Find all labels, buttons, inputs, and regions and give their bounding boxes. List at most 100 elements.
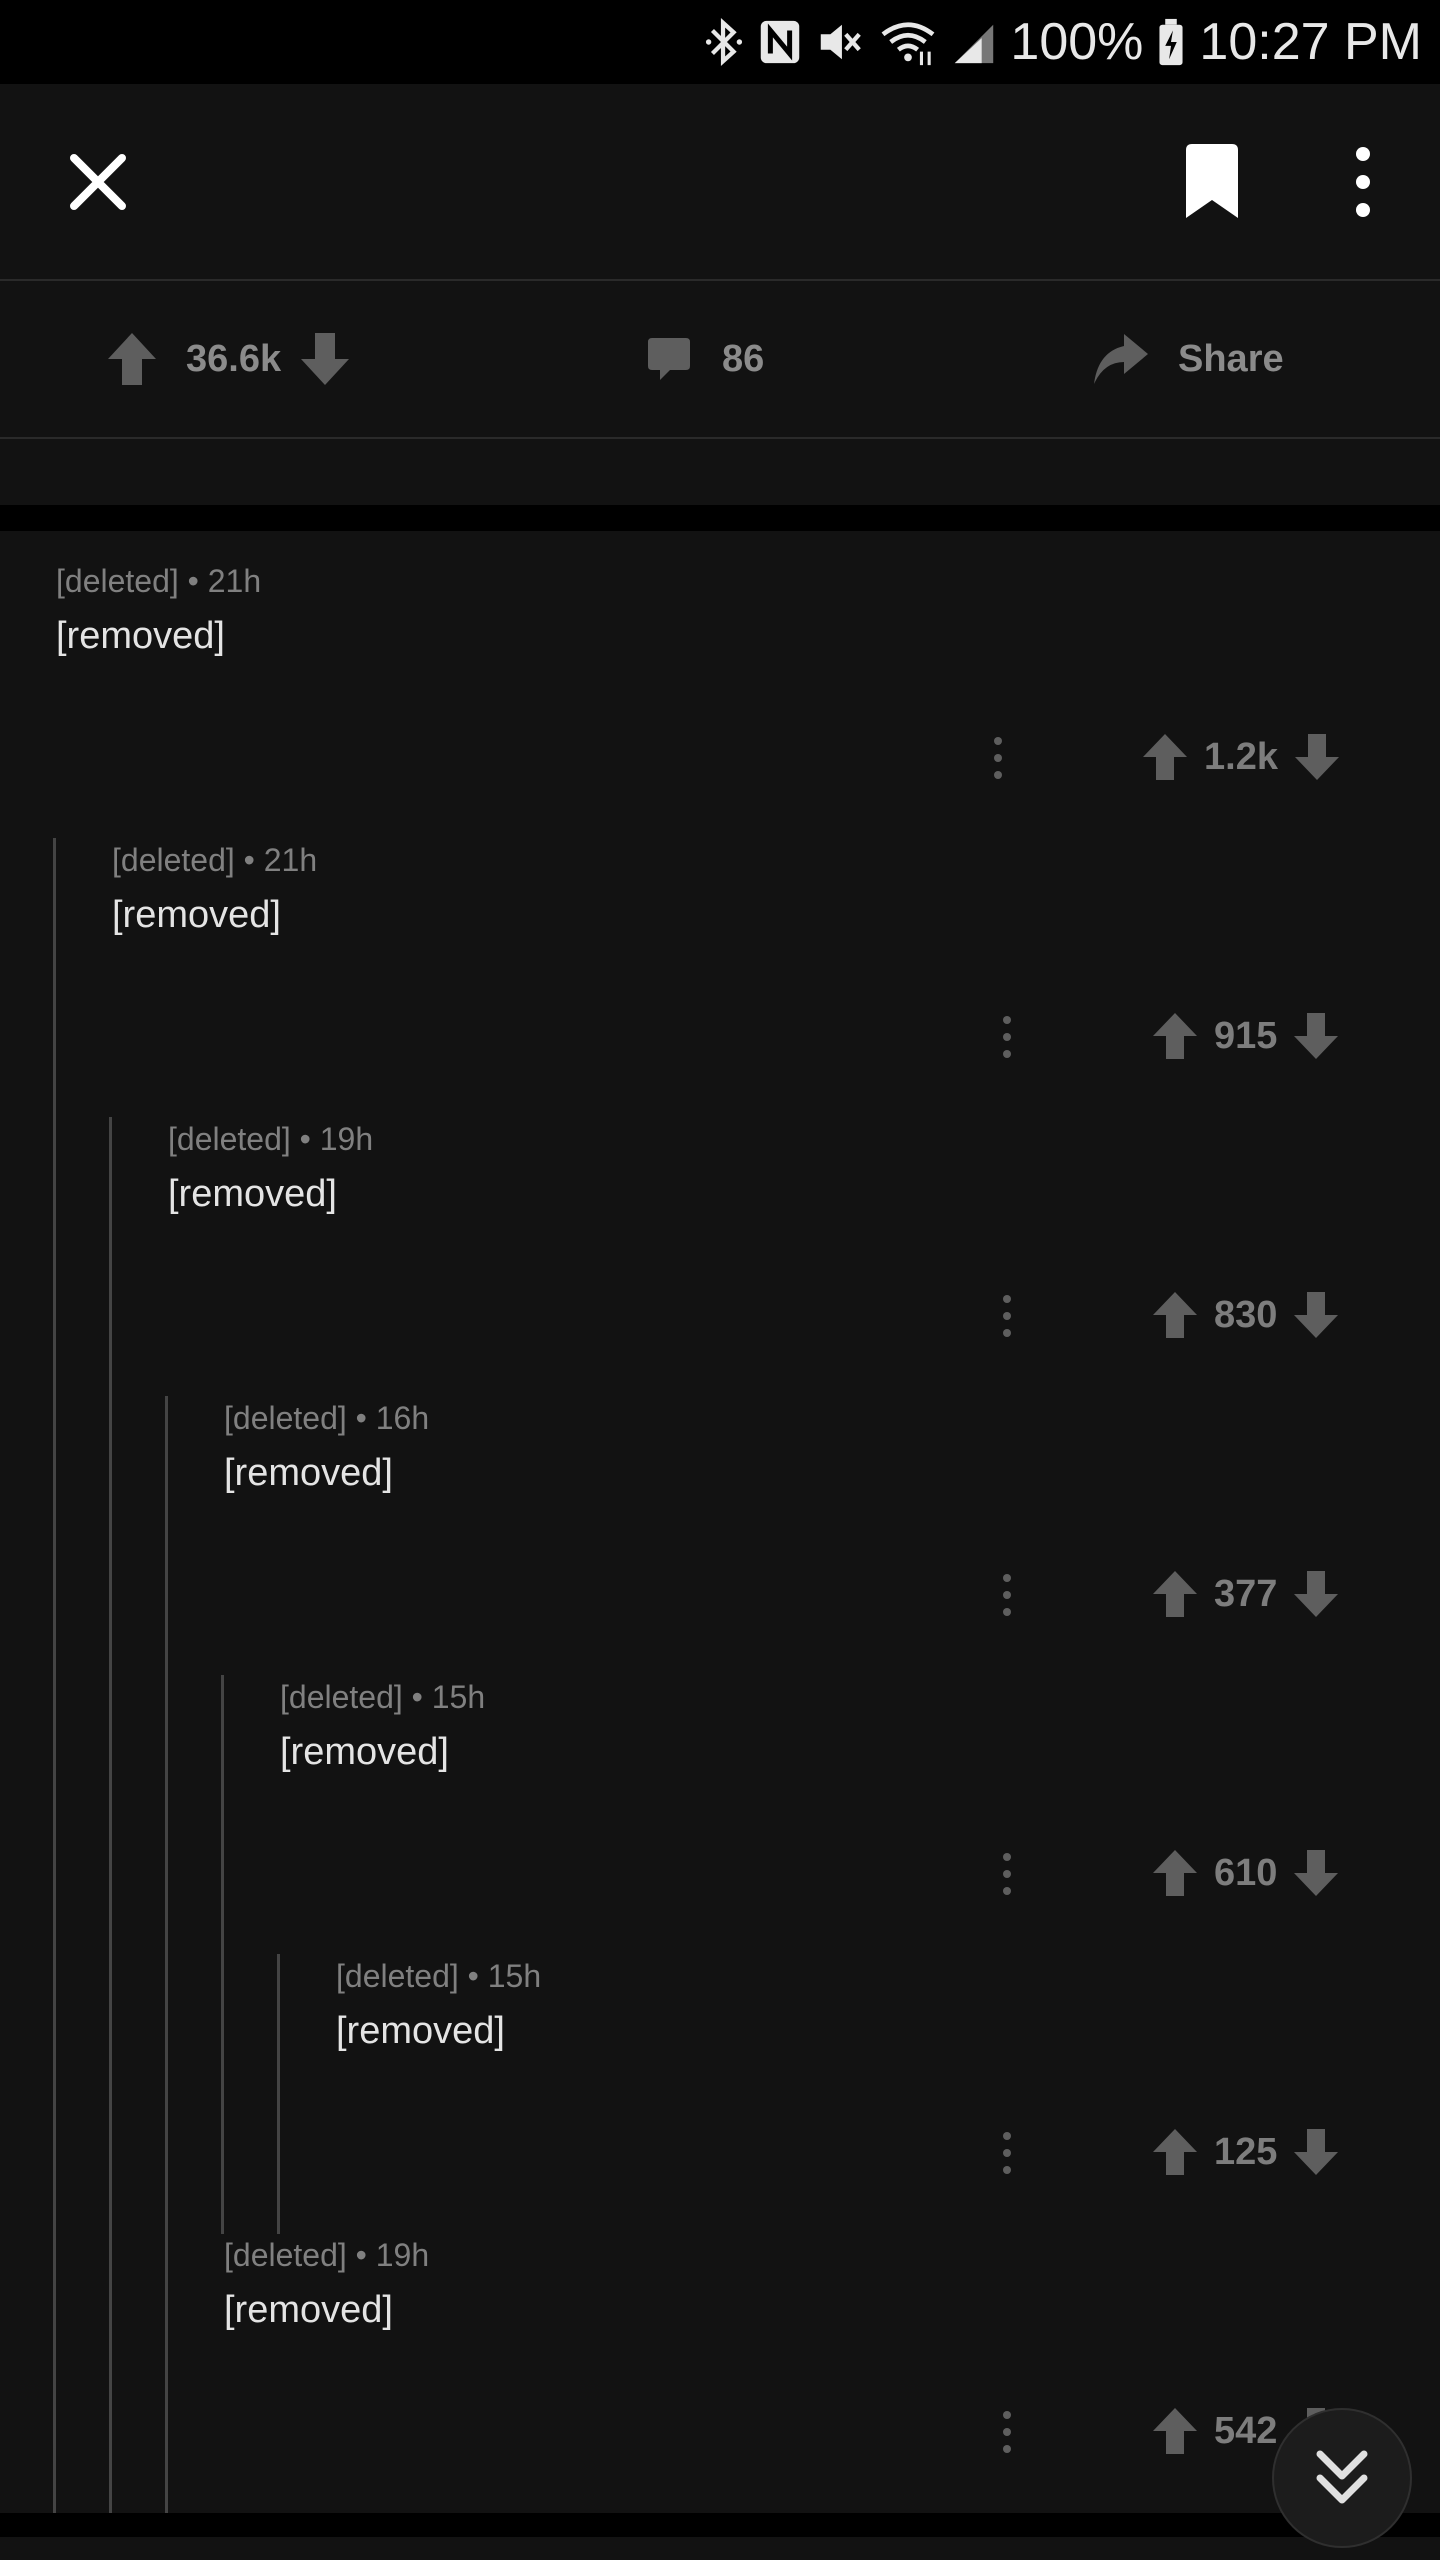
more-vertical-icon <box>1003 1016 1011 1058</box>
comment-score: 125 <box>1214 2130 1278 2173</box>
comment: [deleted] • 21h [removed] 915 <box>0 810 1440 1089</box>
comment-author[interactable]: [deleted] <box>224 2237 347 2273</box>
comment-body: [removed] <box>224 2289 393 2331</box>
bluetooth-icon <box>704 17 744 67</box>
comment-body: [removed] <box>168 1173 337 1215</box>
comment-age: 21h <box>263 842 318 878</box>
more-options-button[interactable] <box>1340 142 1386 222</box>
comment-icon <box>648 338 690 380</box>
close-button[interactable] <box>62 146 134 218</box>
upvote-icon[interactable] <box>1140 731 1190 783</box>
status-bar: 100% 10:27 PM <box>0 0 1440 84</box>
downvote-icon[interactable] <box>1291 2126 1341 2178</box>
more-vertical-icon <box>1356 147 1370 217</box>
comment-more-button[interactable] <box>988 735 1008 781</box>
comment-author[interactable]: [deleted] <box>336 1958 459 1994</box>
section-divider <box>0 2513 1440 2537</box>
comment-more-button[interactable] <box>997 2409 1017 2455</box>
more-vertical-icon <box>1003 1853 1011 1895</box>
post-vote-group: 36.6k <box>104 281 353 437</box>
signal-icon <box>952 17 996 67</box>
comment-vote-group: 610 <box>1150 1843 1341 1903</box>
comments-button[interactable]: 86 <box>644 281 764 437</box>
comment: [deleted] • 19h [removed] 542 <box>0 2205 1440 2484</box>
comment-body: [removed] <box>280 1731 449 1773</box>
meta-separator: • <box>187 563 199 599</box>
meta-separator: • <box>243 842 255 878</box>
comment-age: 19h <box>319 1121 374 1157</box>
comment-more-button[interactable] <box>997 1851 1017 1897</box>
comment-age: 15h <box>487 1958 542 1994</box>
comment-vote-group: 1.2k <box>1140 727 1342 787</box>
upvote-icon[interactable] <box>1150 1289 1200 1341</box>
comment-more-button[interactable] <box>997 1293 1017 1339</box>
comment-score: 610 <box>1214 1851 1278 1894</box>
comment-score: 1.2k <box>1204 735 1278 778</box>
comment-body: [removed] <box>112 894 281 936</box>
next-comment-button[interactable] <box>1272 2408 1412 2548</box>
comment-vote-group: 377 <box>1150 1564 1341 1624</box>
comment-author[interactable]: [deleted] <box>280 1679 403 1715</box>
comment-score: 830 <box>1214 1293 1278 1336</box>
downvote-icon[interactable] <box>297 329 353 389</box>
comment: [deleted] • 15h [removed] 610 <box>0 1647 1440 1926</box>
double-chevron-down-icon <box>1316 2450 1368 2504</box>
more-vertical-icon <box>1003 2132 1011 2174</box>
post-score: 36.6k <box>186 337 282 380</box>
comment-meta: [deleted] • 16h <box>224 1400 429 1437</box>
downvote-icon[interactable] <box>1291 1847 1341 1899</box>
comment: [deleted] • 21h [removed] 1.2k <box>0 531 1440 810</box>
upvote-icon[interactable] <box>1150 2405 1200 2457</box>
close-icon <box>70 154 126 210</box>
post-content-strip <box>0 439 1440 505</box>
mute-icon <box>816 17 864 67</box>
upvote-icon[interactable] <box>1150 1010 1200 1062</box>
comment-score: 542 <box>1214 2409 1278 2452</box>
comment-thread: [deleted] • 21h [removed] 1.2k [deleted]… <box>0 531 1440 2513</box>
comment-meta: [deleted] • 15h <box>336 1958 541 1995</box>
comment-more-button[interactable] <box>997 1572 1017 1618</box>
next-section <box>0 2537 1440 2560</box>
meta-separator: • <box>355 1400 367 1436</box>
upvote-icon[interactable] <box>104 329 160 389</box>
share-button[interactable]: Share <box>1090 281 1284 437</box>
share-label: Share <box>1178 337 1284 380</box>
more-vertical-icon <box>1003 2411 1011 2453</box>
downvote-icon[interactable] <box>1291 1289 1341 1341</box>
meta-separator: • <box>299 1121 311 1157</box>
comment-body: [removed] <box>56 615 225 657</box>
comment-author[interactable]: [deleted] <box>224 1400 347 1436</box>
downvote-icon[interactable] <box>1291 1010 1341 1062</box>
downvote-icon[interactable] <box>1292 731 1342 783</box>
comment-more-button[interactable] <box>997 1014 1017 1060</box>
post-action-bar: 36.6k 86 Share <box>0 279 1440 439</box>
comment-meta: [deleted] • 15h <box>280 1679 485 1716</box>
clock: 10:27 PM <box>1199 13 1422 71</box>
meta-separator: • <box>411 1679 423 1715</box>
comment-body: [removed] <box>336 2010 505 2052</box>
share-icon <box>1094 334 1148 384</box>
comment-count: 86 <box>722 337 765 380</box>
comment-age: 21h <box>207 563 262 599</box>
upvote-icon[interactable] <box>1150 2126 1200 2178</box>
comment: [deleted] • 19h [removed] 830 <box>0 1089 1440 1368</box>
more-vertical-icon <box>1003 1295 1011 1337</box>
comment-author[interactable]: [deleted] <box>168 1121 291 1157</box>
more-vertical-icon <box>994 737 1002 779</box>
comment-age: 16h <box>375 1400 430 1436</box>
comment-meta: [deleted] • 21h <box>112 842 317 879</box>
save-button[interactable] <box>1178 142 1246 222</box>
comment: [deleted] • 16h [removed] 377 <box>0 1368 1440 1647</box>
battery-percent: 100% <box>1010 13 1144 71</box>
comment-vote-group: 830 <box>1150 1285 1341 1345</box>
upvote-icon[interactable] <box>1150 1847 1200 1899</box>
comment-author[interactable]: [deleted] <box>56 563 179 599</box>
top-toolbar <box>0 84 1440 279</box>
comment-body: [removed] <box>224 1452 393 1494</box>
wifi-icon <box>878 17 938 67</box>
more-vertical-icon <box>1003 1574 1011 1616</box>
upvote-icon[interactable] <box>1150 1568 1200 1620</box>
comment-author[interactable]: [deleted] <box>112 842 235 878</box>
downvote-icon[interactable] <box>1291 1568 1341 1620</box>
comment-more-button[interactable] <box>997 2130 1017 2176</box>
